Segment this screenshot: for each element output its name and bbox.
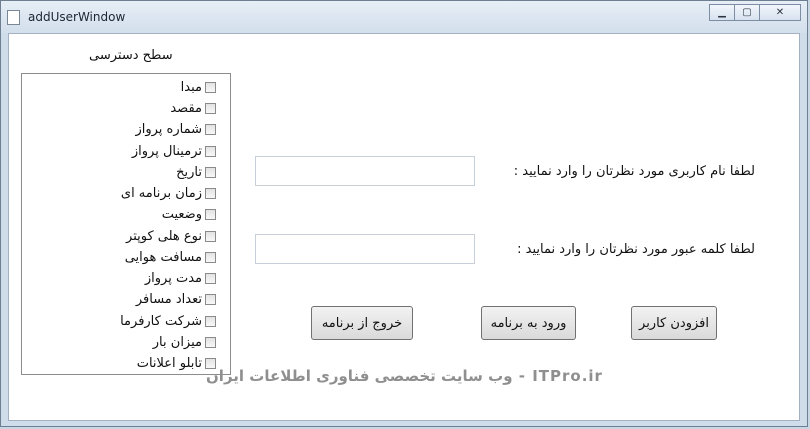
checkbox[interactable]: [205, 123, 216, 135]
permission-label: زمان برنامه ای: [120, 185, 202, 201]
permission-label: تعداد مسافر: [135, 291, 202, 307]
watermark: ITPro.ir - وب سایت تخصصی فناوری اطلاعات …: [206, 367, 603, 385]
permission-label: تاریخ: [176, 164, 202, 180]
permission-item[interactable]: شرکت کارفرما: [120, 311, 216, 331]
username-input[interactable]: [255, 156, 475, 186]
password-input[interactable]: [255, 234, 475, 264]
permission-label: مبدا: [180, 79, 202, 95]
exit-button[interactable]: خروج از برنامه: [311, 306, 413, 340]
checkbox[interactable]: [205, 145, 216, 157]
checkbox[interactable]: [205, 208, 216, 220]
close-button[interactable]: ✕: [759, 4, 801, 21]
checkbox[interactable]: [205, 272, 216, 284]
permission-label: میزان بار: [152, 334, 202, 350]
minimize-button[interactable]: ▁: [709, 4, 734, 21]
permission-item[interactable]: تابلو اعلانات: [137, 353, 216, 373]
window-title: addUserWindow: [28, 10, 126, 24]
username-label: لطفا نام کاربری مورد نظرتان را وارد نمای…: [513, 164, 755, 179]
permission-item[interactable]: نوع هلی کوپتر: [126, 226, 216, 246]
permission-label: شرکت کارفرما: [120, 313, 202, 329]
permission-label: وضعیت: [161, 206, 202, 222]
title-bar[interactable]: addUserWindow ▁ ▢ ✕: [1, 1, 807, 33]
checkbox[interactable]: [205, 230, 216, 242]
add-user-button[interactable]: افزودن کاربر: [631, 306, 717, 340]
permission-item[interactable]: میزان بار: [153, 332, 216, 352]
password-label: لطفا کلمه عبور مورد نظرتان را وارد نمایی…: [517, 242, 755, 257]
checkbox[interactable]: [205, 336, 216, 348]
permission-label: مقصد: [170, 100, 202, 116]
window-icon: [7, 10, 20, 25]
checkbox[interactable]: [205, 102, 216, 114]
checkbox[interactable]: [205, 293, 216, 305]
permission-item[interactable]: مسافت هوایی: [125, 247, 216, 267]
permission-item[interactable]: مبدا: [181, 77, 216, 97]
checkbox[interactable]: [205, 187, 216, 199]
permission-item[interactable]: شماره پرواز: [135, 119, 216, 139]
add-user-window: addUserWindow ▁ ▢ ✕ سطح دسترسی مبدا مقصد…: [0, 0, 808, 427]
checkbox[interactable]: [205, 81, 216, 93]
permission-item[interactable]: زمان برنامه ای: [121, 183, 216, 203]
permission-label: شماره پرواز: [135, 121, 202, 137]
checkbox[interactable]: [205, 166, 216, 178]
permission-label: نوع هلی کوپتر: [126, 228, 202, 244]
permission-item[interactable]: تاریخ: [176, 162, 216, 182]
permission-label: مدت پرواز: [144, 270, 202, 286]
maximize-button[interactable]: ▢: [734, 4, 759, 21]
permission-item[interactable]: تعداد مسافر: [136, 289, 216, 309]
permission-label: ترمینال پرواز: [131, 143, 202, 159]
login-button[interactable]: ورود به برنامه: [481, 306, 576, 340]
checkbox[interactable]: [205, 251, 216, 263]
permission-label: مسافت هوایی: [124, 249, 202, 265]
permission-label: تابلو اعلانات: [136, 355, 202, 371]
window-controls: ▁ ▢ ✕: [709, 4, 801, 21]
checkbox[interactable]: [205, 315, 216, 327]
access-level-title: سطح دسترسی: [89, 48, 173, 63]
permission-item[interactable]: مدت پرواز: [145, 268, 216, 288]
permission-item[interactable]: وضعیت: [162, 204, 216, 224]
permission-item[interactable]: ترمینال پرواز: [132, 141, 216, 161]
access-permissions-list: مبدا مقصد شماره پرواز ترمینال پرواز تاری…: [21, 73, 231, 375]
permission-item[interactable]: مقصد: [170, 98, 216, 118]
